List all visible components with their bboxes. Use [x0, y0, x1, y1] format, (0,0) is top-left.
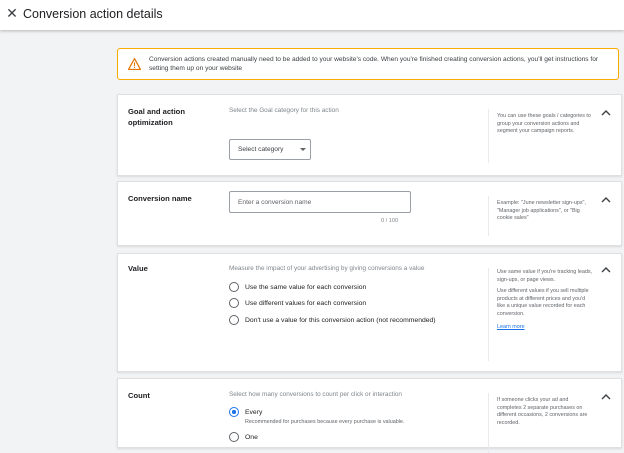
radio-button-selected[interactable]: [229, 407, 239, 417]
radio-every-label: Every: [245, 408, 263, 416]
radio-no-value-label: Don't use a value for this conversion ac…: [245, 316, 436, 324]
radio-same-value-label: Use the same value for each conversion: [245, 283, 367, 291]
goal-label-line1: Goal and action: [128, 107, 185, 116]
conversion-name-help-text: Example: "June newsletter sign-ups", "Ma…: [497, 200, 586, 222]
section-label-goal: Goal and action optimization: [128, 106, 185, 128]
close-icon[interactable]: ✕: [4, 4, 20, 22]
section-divider: [488, 109, 489, 163]
category-dropdown-value: Select category: [238, 146, 284, 153]
character-counter: 0 / 100: [381, 218, 399, 224]
goal-description: Select the Goal category for this action: [229, 107, 339, 114]
dropdown-arrow-icon: [300, 148, 306, 151]
learn-more-link[interactable]: Learn more: [497, 324, 525, 330]
warning-icon: [128, 58, 141, 70]
collapse-chevron-icon[interactable]: [601, 266, 611, 273]
radio-different-values-label: Use different values for each conversion: [245, 299, 367, 307]
goal-label-line2: optimization: [128, 118, 173, 127]
radio-button[interactable]: [229, 282, 239, 292]
radio-every-sublabel: Recommended for purchases because every …: [245, 419, 405, 425]
warning-text: Conversion actions created manually need…: [149, 56, 599, 73]
radio-button[interactable]: [229, 432, 239, 442]
category-dropdown[interactable]: Select category: [229, 139, 311, 160]
collapse-chevron-icon[interactable]: [601, 196, 611, 203]
collapse-chevron-icon[interactable]: [601, 109, 611, 116]
count-description: Select how many conversions to count per…: [229, 391, 402, 398]
collapse-chevron-icon[interactable]: [601, 393, 611, 400]
goal-help-text: You can use these goals / categories to …: [497, 113, 591, 135]
radio-button[interactable]: [229, 298, 239, 308]
value-section: Value Measure the impact of your adverti…: [117, 253, 622, 372]
conversion-name-section: Conversion name 0 / 100 Example: "June n…: [117, 181, 622, 246]
section-divider: [488, 196, 489, 236]
header-bar: ✕ Conversion action details: [0, 0, 624, 30]
section-divider: [488, 268, 489, 361]
goal-section: Goal and action optimization Select the …: [117, 94, 622, 176]
radio-button[interactable]: [229, 315, 239, 325]
section-divider: [488, 393, 489, 453]
section-label-conversion-name: Conversion name: [128, 194, 192, 203]
conversion-name-input[interactable]: [230, 192, 410, 212]
count-help-text: If someone clicks your ad and completes …: [497, 397, 588, 426]
value-description: Measure the impact of your advertising b…: [229, 265, 425, 272]
value-help-para-2: Use different values if you sell multipl…: [497, 288, 589, 317]
section-label-value: Value: [128, 264, 148, 273]
page-title: Conversion action details: [23, 7, 163, 21]
value-help-para-1: Use same value if you're tracking leads,…: [497, 269, 593, 283]
conversion-name-field[interactable]: [229, 191, 411, 213]
section-label-count: Count: [128, 391, 150, 400]
value-help-text: Use same value if you're tracking leads,…: [497, 269, 593, 331]
warning-banner: Conversion actions created manually need…: [117, 48, 619, 80]
